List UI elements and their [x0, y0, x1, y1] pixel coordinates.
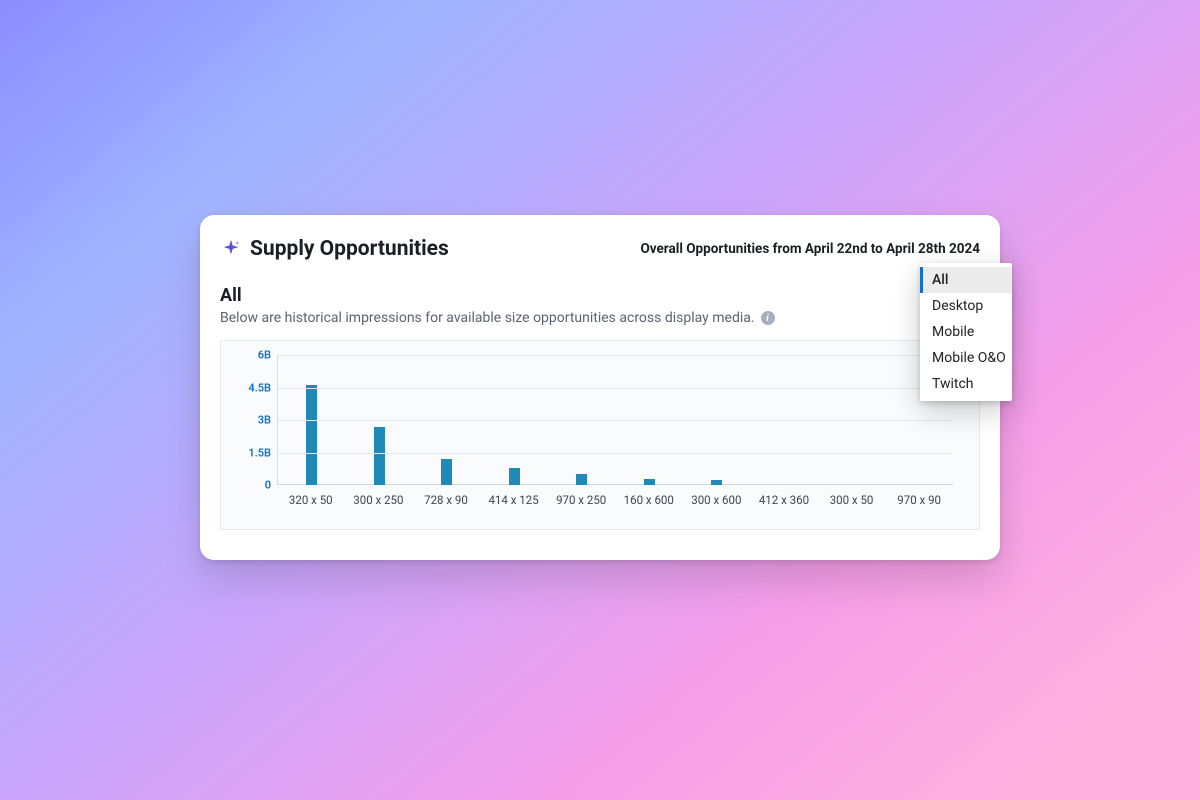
dropdown-option[interactable]: Desktop [920, 293, 1012, 319]
bar[interactable] [576, 474, 587, 485]
gridline [278, 355, 953, 356]
y-tick-label: 6B [258, 349, 271, 362]
y-tick-label: 3B [258, 414, 271, 427]
bar[interactable] [509, 468, 520, 485]
info-icon[interactable]: i [761, 311, 775, 325]
y-tick-label: 1.5B [248, 446, 271, 459]
bar[interactable] [711, 480, 722, 485]
y-tick-label: 4.5B [248, 381, 271, 394]
dropdown-option[interactable]: Mobile [920, 319, 1012, 345]
x-tick-label: 970 x 90 [885, 487, 953, 507]
x-tick-label: 300 x 600 [683, 487, 751, 507]
sparkle-icon [220, 238, 242, 260]
x-tick-label: 160 x 600 [615, 487, 683, 507]
bar[interactable] [644, 479, 655, 486]
y-tick-label: 0 [265, 479, 271, 492]
gridline [278, 388, 953, 389]
date-range-label: Overall Opportunities from April 22nd to… [640, 237, 980, 257]
x-tick-label: 300 x 50 [818, 487, 886, 507]
dropdown-option[interactable]: Twitch [920, 371, 1012, 397]
bar[interactable] [441, 459, 452, 485]
x-tick-label: 320 x 50 [277, 487, 345, 507]
section-description-row: Below are historical impressions for ava… [220, 310, 980, 326]
section-title: All [220, 285, 980, 306]
dropdown-option[interactable]: Mobile O&O [920, 345, 1012, 371]
chart-plot-area [277, 355, 953, 485]
filter-dropdown: AllDesktopMobileMobile O&OTwitch [920, 263, 1012, 401]
dropdown-option[interactable]: All [920, 267, 1012, 293]
x-tick-label: 414 x 125 [480, 487, 548, 507]
x-tick-label: 412 x 360 [750, 487, 818, 507]
x-tick-label: 300 x 250 [345, 487, 413, 507]
x-tick-label: 728 x 90 [412, 487, 480, 507]
bar[interactable] [374, 427, 385, 486]
chart-y-axis: 6B4.5B3B1.5B0 [233, 355, 277, 485]
gridline [278, 420, 953, 421]
supply-opportunities-card: Supply Opportunities Overall Opportuniti… [200, 215, 1000, 560]
impressions-bar-chart: 6B4.5B3B1.5B0 320 x 50300 x 250728 x 904… [220, 340, 980, 530]
chart-x-axis: 320 x 50300 x 250728 x 90414 x 125970 x … [277, 487, 953, 507]
page-title: Supply Opportunities [250, 237, 449, 261]
title-row: Supply Opportunities [220, 237, 449, 261]
card-header: Supply Opportunities Overall Opportuniti… [220, 237, 980, 261]
gridline [278, 453, 953, 454]
bar[interactable] [306, 385, 317, 485]
x-tick-label: 970 x 250 [547, 487, 615, 507]
section-description: Below are historical impressions for ava… [220, 310, 755, 326]
